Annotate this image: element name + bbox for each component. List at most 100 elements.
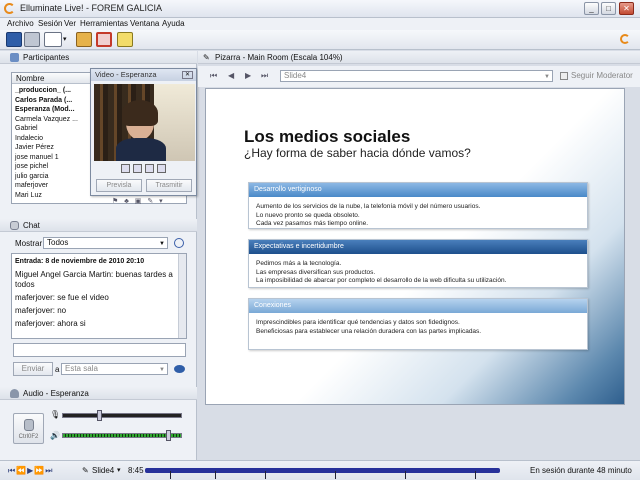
menu-bar: Archivo Sesión Ver Herramientas Ventana …: [0, 18, 640, 30]
notes-icon[interactable]: [117, 32, 133, 47]
chat-message: Miguel Angel Garcia Martin: buenas tarde…: [15, 270, 173, 289]
save-icon[interactable]: [6, 32, 22, 47]
follow-moderator-checkbox[interactable]: [560, 72, 568, 80]
slide-subtitle: ¿Hay forma de saber hacia dónde vamos?: [244, 146, 471, 160]
send-button[interactable]: Enviar: [13, 362, 53, 376]
layout-dropdown-icon[interactable]: ▾: [63, 35, 67, 43]
video-controls: [121, 164, 169, 175]
snapshot-icon[interactable]: [133, 164, 142, 173]
page-select[interactable]: Slide4 ▼: [280, 70, 553, 82]
speaker-volume-slider[interactable]: [62, 433, 182, 438]
talk-button[interactable]: Ctrl0F2: [13, 413, 44, 444]
close-button[interactable]: ✕: [619, 2, 634, 15]
slide-section-1: Desarrollo vertiginoso Aumento de los se…: [248, 182, 588, 229]
slide-section-3: Conexiones Imprescindibles para identifi…: [248, 298, 588, 350]
clock-icon[interactable]: [174, 238, 184, 248]
chat-scrollbar[interactable]: [178, 254, 186, 338]
previous-page-icon[interactable]: ◀: [228, 71, 234, 80]
pencil-icon: ✎: [203, 53, 210, 62]
video-window: Video - Esperanza ✕ Previsla Trasmitir: [90, 68, 197, 196]
mic-volume-slider[interactable]: [62, 413, 182, 418]
menu-sesion[interactable]: Sesión: [38, 19, 62, 28]
participant-row[interactable]: Esperanza (Mod...: [15, 105, 75, 115]
participant-row[interactable]: jose pichel: [15, 162, 48, 172]
chevron-down-icon: ▼: [544, 74, 550, 80]
audio-icon: [10, 389, 19, 398]
status-time: 8:45: [128, 466, 144, 475]
video-feed: [94, 84, 195, 161]
chat-message: maferjover: ahora si: [15, 319, 86, 328]
participants-header: Participantes: [0, 51, 197, 64]
session-status: En sesión durante 48 minuto: [530, 466, 632, 475]
chat-header: Chat: [0, 219, 197, 232]
chat-message: maferjover: no: [15, 306, 67, 315]
participant-row[interactable]: Javier Pérez: [15, 143, 54, 153]
pencil-icon: ✎: [82, 466, 89, 475]
chevron-down-icon[interactable]: ▾: [117, 466, 121, 474]
print-icon[interactable]: [24, 32, 40, 47]
chat-target-select[interactable]: Esta sala ▼: [61, 363, 168, 375]
chat-message: maferjover: se fue el video: [15, 293, 109, 302]
preview-button[interactable]: Previsla: [96, 179, 142, 192]
participant-row[interactable]: jose manuel 1: [15, 153, 59, 163]
eye-icon[interactable]: [174, 365, 185, 373]
participant-row[interactable]: Carmela Vazquez ...: [15, 115, 78, 125]
session-timeline[interactable]: [145, 468, 500, 479]
toolbar: ▾: [0, 30, 640, 50]
whiteboard-toolbar: ⏮ ◀ ▶ ⏭ Slide4 ▼ Seguir Moderator: [198, 66, 640, 87]
block-user-icon[interactable]: [96, 32, 112, 47]
menu-ventana[interactable]: Ventana: [130, 19, 159, 28]
menu-ver[interactable]: Ver: [64, 19, 76, 28]
window-title: Elluminate Live! - FOREM GALICIA: [20, 3, 163, 13]
status-slide[interactable]: Slide4: [92, 466, 114, 475]
video-title: Video - Esperanza: [91, 69, 196, 81]
chat-input[interactable]: [13, 343, 186, 357]
chat-filter-select[interactable]: Todos ▼: [43, 237, 168, 249]
slide-section-2: Expectativas e incertidumbre Pedimos más…: [248, 239, 588, 288]
transfer-icon[interactable]: [76, 32, 92, 47]
menu-ayuda[interactable]: Ayuda: [162, 19, 185, 28]
display-icon[interactable]: [145, 164, 154, 173]
participant-row[interactable]: _produccion_ (...: [15, 86, 71, 96]
mic-volume-knob[interactable]: [96, 410, 102, 421]
chat-message: Entrada: 8 de noviembre de 2010 20:10: [15, 258, 145, 265]
menu-archivo[interactable]: Archivo: [7, 19, 34, 28]
participant-row[interactable]: Carlos Parada (...: [15, 96, 72, 106]
speaker-icon: 🔊: [50, 431, 60, 440]
mic-level-icon: 🎙: [50, 410, 61, 419]
first-page-icon[interactable]: ⏮: [210, 71, 217, 81]
whiteboard-header: ✎ Pizarra - Main Room (Escala 104%): [198, 51, 640, 64]
participant-controls-icon[interactable]: ⚑ ♣ ▣ ✎ ▾: [112, 197, 165, 205]
status-bar: ⏮⏪▶⏩⏭ ✎ Slide4 ▾ 8:45 En sesión durante …: [0, 460, 640, 480]
whiteboard-canvas[interactable]: Los medios sociales ¿Hay forma de saber …: [205, 88, 625, 405]
audio-header: Audio - Esperanza: [0, 387, 197, 400]
expand-icon[interactable]: [157, 164, 166, 173]
minimize-button[interactable]: _: [584, 2, 599, 15]
speaker-volume-knob[interactable]: [165, 430, 171, 441]
camera-icon[interactable]: [121, 164, 130, 173]
slide-title: Los medios sociales: [244, 127, 411, 146]
next-page-icon[interactable]: ▶: [245, 71, 251, 80]
follow-moderator-label: Seguir Moderator: [571, 71, 633, 80]
participant-row[interactable]: maferjover: [15, 181, 48, 191]
menu-herramientas[interactable]: Herramientas: [80, 19, 128, 28]
elluminate-logo-icon: [620, 34, 630, 44]
participant-row[interactable]: julio garcia: [15, 172, 48, 182]
participant-row[interactable]: Gabriel: [15, 124, 38, 134]
playback-controls-icon[interactable]: ⏮⏪▶⏩⏭: [8, 466, 53, 476]
chevron-down-icon: ▼: [159, 367, 165, 373]
restore-button[interactable]: □: [601, 2, 616, 15]
chevron-down-icon: ▼: [159, 241, 165, 247]
video-close-button[interactable]: ✕: [182, 71, 193, 79]
show-label: Mostrar: [15, 239, 43, 248]
participant-row[interactable]: Mari Luz: [15, 191, 42, 201]
to-label: a: [55, 365, 60, 374]
microphone-icon: [24, 419, 34, 431]
chat-log[interactable]: Entrada: 8 de noviembre de 2010 20:10 Mig…: [11, 253, 187, 339]
last-page-icon[interactable]: ⏭: [261, 71, 268, 81]
title-bar: Elluminate Live! - FOREM GALICIA _ □ ✕: [0, 0, 640, 18]
layout-icon[interactable]: [44, 32, 62, 47]
participant-row[interactable]: Indalecio: [15, 134, 43, 144]
transmit-button[interactable]: Trasmitir: [146, 179, 192, 192]
elluminate-icon: [4, 3, 15, 14]
